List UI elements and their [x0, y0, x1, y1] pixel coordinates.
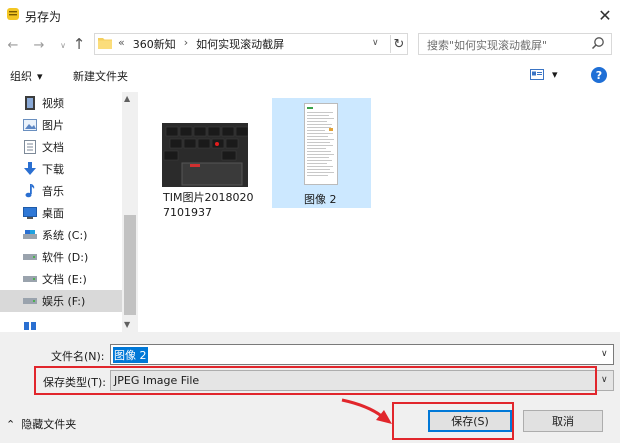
navigation-pane: 视频 图片 文档 下载 音乐 桌面 系统 (C:) 软件 (D:) 文档 (E:… [0, 92, 138, 332]
drive-icon [23, 294, 37, 308]
sidebar-item-label: 文档 (E:) [42, 273, 87, 286]
cancel-button[interactable]: 取消 [523, 410, 603, 432]
new-folder-button[interactable]: 新建文件夹 [73, 68, 128, 84]
hide-folders-label: 隐藏文件夹 [21, 418, 77, 431]
close-button[interactable]: ✕ [592, 3, 618, 27]
drive-icon [23, 272, 37, 286]
highlight-box [34, 366, 597, 395]
video-icon [23, 96, 37, 110]
change-view-button[interactable]: ▾ [530, 68, 558, 81]
refresh-icon: ↻ [393, 36, 405, 52]
sidebar-item-label: 视频 [42, 97, 64, 110]
organize-label: 组织 [10, 70, 32, 83]
sidebar-item-documents[interactable]: 文档 [0, 136, 122, 158]
pictures-icon [23, 118, 37, 132]
sidebar-item-drive-e[interactable]: 文档 (E:) [0, 268, 122, 290]
breadcrumb-item[interactable]: 360新知 [133, 36, 176, 52]
sidebar-item-label: 下载 [42, 163, 64, 176]
sidebar-item-drive-c[interactable]: 系统 (C:) [0, 224, 122, 246]
scroll-up-icon[interactable]: ▲ [124, 94, 130, 103]
filename-label: 文件名(N): [51, 350, 105, 363]
scroll-down-icon[interactable]: ▼ [124, 320, 130, 329]
breadcrumb-overflow[interactable]: « [118, 36, 125, 52]
sidebar-scrollbar-thumb[interactable] [124, 215, 136, 315]
hide-folders-button[interactable]: ⌃ 隐藏文件夹 [6, 416, 76, 432]
sidebar-item-downloads[interactable]: 下载 [0, 158, 122, 180]
help-button[interactable]: ? [591, 67, 607, 83]
up-button[interactable]: ↑ [70, 35, 88, 53]
sidebar-item-music[interactable]: 音乐 [0, 180, 122, 202]
network-icon [23, 318, 37, 332]
drive-icon [23, 250, 37, 264]
sidebar-item-partial[interactable] [0, 314, 122, 332]
back-button[interactable]: ← [4, 36, 22, 54]
sidebar-item-label: 文档 [42, 141, 64, 154]
sidebar-item-label: 系统 (C:) [42, 229, 88, 242]
file-name[interactable]: 图像 2 [304, 191, 337, 207]
address-dropdown-button[interactable]: ∨ [372, 38, 379, 48]
search-icon[interactable] [591, 36, 605, 50]
desktop-icon [23, 206, 37, 220]
sidebar-item-label: 音乐 [42, 185, 64, 198]
forward-button[interactable]: → [30, 36, 48, 54]
close-icon: ✕ [598, 5, 612, 25]
chevron-down-icon: ▾ [552, 68, 558, 81]
folder-icon [98, 38, 112, 49]
sidebar-item-desktop[interactable]: 桌面 [0, 202, 122, 224]
drive-icon [23, 228, 37, 242]
chevron-up-icon: ⌃ [6, 417, 16, 431]
chevron-down-icon: ▾ [37, 69, 43, 83]
view-icon [530, 69, 544, 80]
title-bar [0, 0, 620, 30]
sidebar-item-videos[interactable]: 视频 [0, 92, 122, 114]
download-icon [23, 162, 37, 176]
sidebar-item-drive-d[interactable]: 软件 (D:) [0, 246, 122, 268]
window-title: 另存为 [25, 10, 62, 24]
breadcrumb: « 360新知 › 如何实现滚动截屏 [118, 36, 284, 52]
file-thumbnail[interactable] [304, 103, 338, 185]
breadcrumb-item[interactable]: 如何实现滚动截屏 [196, 36, 284, 52]
sidebar-item-drive-f[interactable]: 娱乐 (F:) [0, 290, 122, 312]
filename-value[interactable]: 图像 2 [113, 347, 148, 363]
chevron-down-icon[interactable]: ∨ [601, 375, 608, 385]
music-icon [23, 184, 37, 198]
notepad-app-icon [7, 8, 19, 20]
file-thumbnail[interactable] [162, 123, 248, 187]
sidebar-item-label: 桌面 [42, 207, 64, 220]
arrow-annotation [341, 398, 392, 424]
sidebar-item-label: 图片 [42, 119, 64, 132]
sidebar-item-label: 娱乐 (F:) [42, 295, 86, 308]
sidebar-item-label: 软件 (D:) [42, 251, 89, 264]
organize-button[interactable]: 组织 ▾ [10, 68, 43, 84]
documents-icon [23, 140, 37, 154]
sidebar-item-pictures[interactable]: 图片 [0, 114, 122, 136]
chevron-down-icon[interactable]: ∨ [601, 349, 608, 359]
refresh-button[interactable]: ↻ [390, 35, 407, 53]
breadcrumb-separator[interactable]: › [184, 36, 188, 52]
filename-input[interactable] [110, 344, 614, 365]
highlight-box [392, 402, 514, 440]
search-placeholder: 搜索"如何实现滚动截屏" [427, 39, 548, 52]
file-name[interactable]: TIM图片20180207101937 [163, 190, 255, 220]
